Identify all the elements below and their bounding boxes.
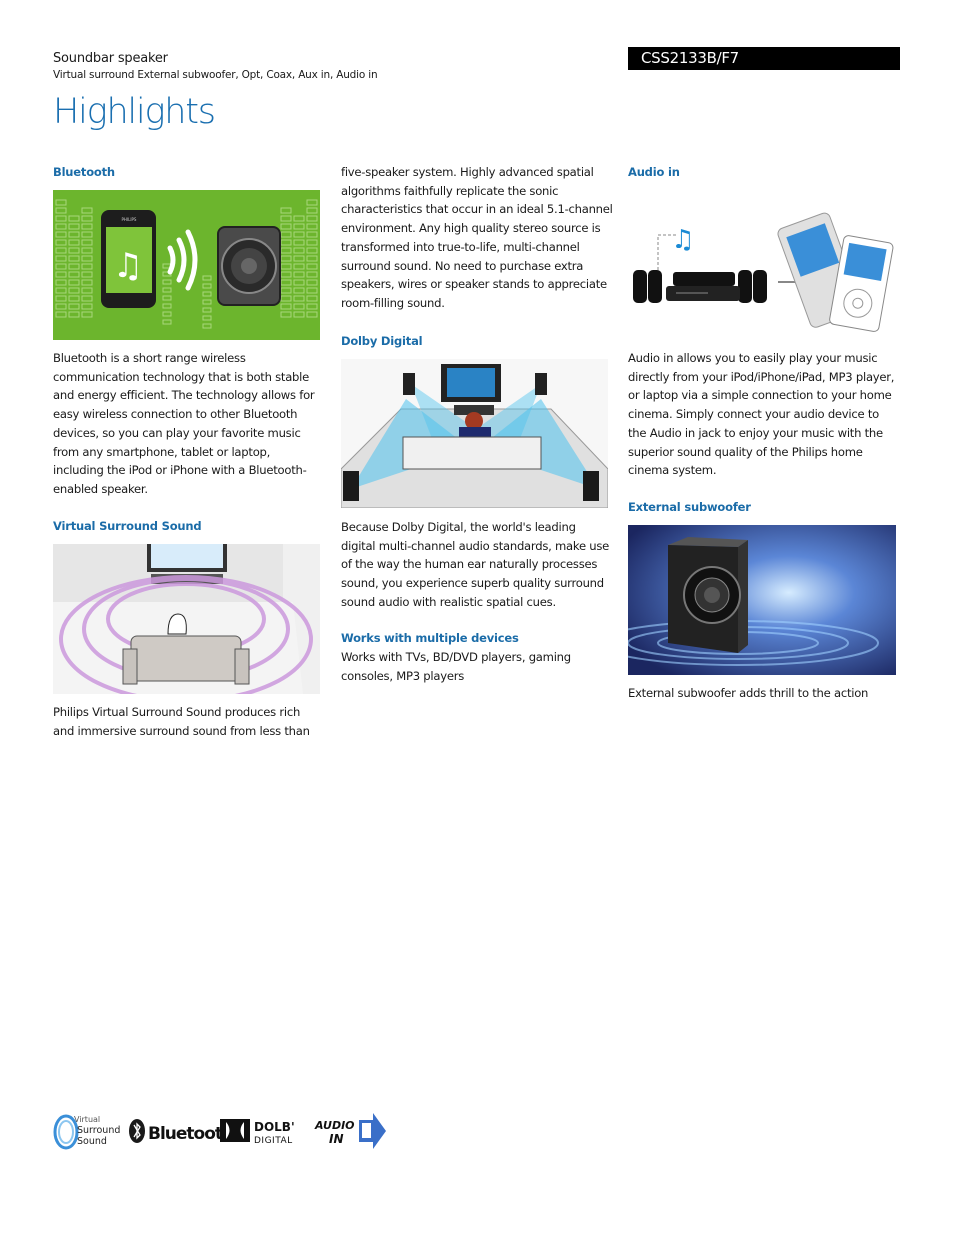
svg-text:AUDIO: AUDIO <box>314 1119 355 1132</box>
bluetooth-description: Bluetooth is a short range wireless comm… <box>53 351 315 496</box>
svg-text:♫: ♫ <box>671 225 694 255</box>
svg-text:IN: IN <box>329 1132 344 1146</box>
bluetooth-logo: Bluetootl <box>129 1119 228 1144</box>
page-title: Highlights <box>53 92 216 132</box>
dolby-digital-image <box>341 359 608 508</box>
svg-text:DIGITAL: DIGITAL <box>254 1136 293 1146</box>
virtual-surround-heading: Virtual Surround Sound <box>53 519 202 533</box>
virtual-surround-description: Philips Virtual Surround Sound produces … <box>53 705 310 738</box>
audio-in-description: Audio in allows you to easily play your … <box>628 351 895 478</box>
audio-in-image: ♫ <box>628 190 895 340</box>
model-number-badge: CSS2133B/F7 <box>628 47 900 70</box>
dolby-digital-description: Because Dolby Digital, the world's leadi… <box>341 520 610 609</box>
svg-text:Bluetootl: Bluetootl <box>148 1124 227 1144</box>
svg-text:Virtual: Virtual <box>74 1115 100 1124</box>
svg-text:Sound: Sound <box>77 1136 107 1147</box>
multiple-devices-heading: Works with multiple devices <box>341 631 519 645</box>
product-description: Virtual surround External subwoofer, Opt… <box>53 69 378 81</box>
svg-text:♫: ♫ <box>113 246 143 286</box>
audio-in-heading: Audio in <box>628 165 680 179</box>
multiple-devices-description: Works with TVs, BD/DVD players, gaming c… <box>341 650 571 683</box>
external-subwoofer-image <box>628 525 896 675</box>
virtual-surround-description-continued: five-speaker system. Highly advanced spa… <box>341 165 613 310</box>
audio-in-logo: AUDIO IN <box>314 1113 386 1149</box>
dolby-digital-heading: Dolby Digital <box>341 334 423 348</box>
svg-text:Surround: Surround <box>77 1125 120 1136</box>
external-subwoofer-description: External subwoofer adds thrill to the ac… <box>628 686 869 700</box>
product-type: Soundbar speaker <box>53 51 168 66</box>
virtual-surround-image <box>53 544 320 694</box>
dolby-digital-logo: DOLB' DIGITAL <box>220 1119 295 1146</box>
external-subwoofer-heading: External subwoofer <box>628 500 751 514</box>
bluetooth-heading: Bluetooth <box>53 165 115 179</box>
bluetooth-image: PHILIPS ♫ <box>53 190 320 340</box>
svg-text:DOLB': DOLB' <box>254 1120 295 1134</box>
phone-brand: PHILIPS <box>122 217 137 222</box>
virtual-surround-logo: Virtual Surround Sound <box>53 1114 120 1150</box>
feature-logos: Virtual Surround Sound Bluetootl DOLB' D… <box>53 1110 393 1152</box>
